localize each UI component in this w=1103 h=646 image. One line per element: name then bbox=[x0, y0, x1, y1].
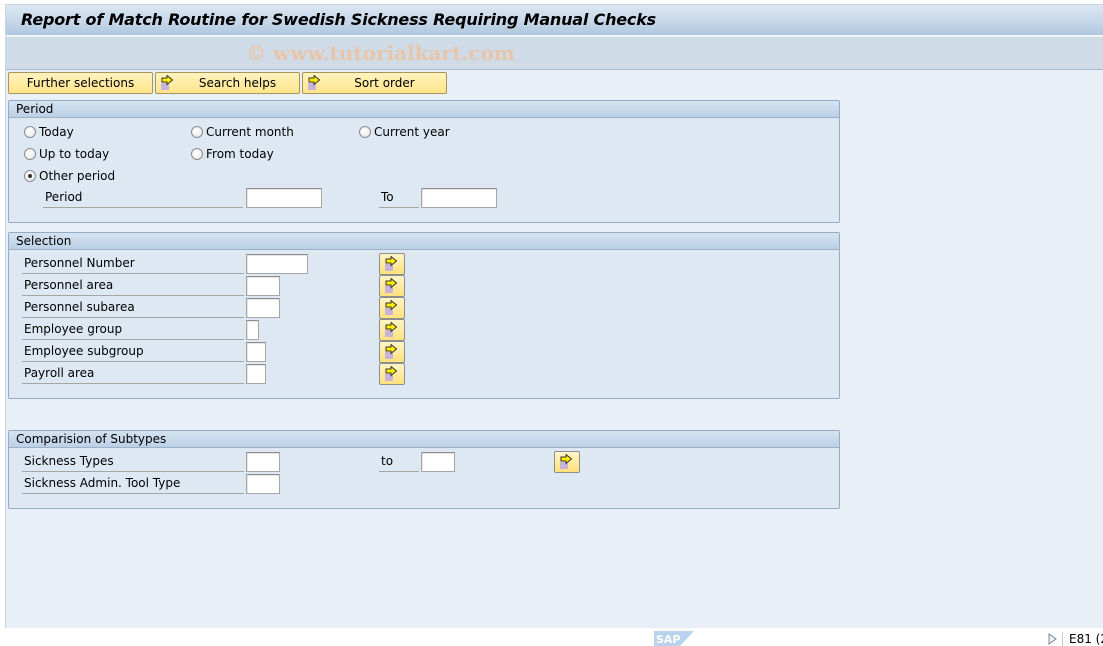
multiple-selection-arrow-icon bbox=[385, 366, 398, 381]
multiple-selection-arrow-icon bbox=[385, 300, 398, 315]
period-to-input[interactable] bbox=[421, 188, 497, 208]
radio-current-month[interactable]: Current month bbox=[191, 125, 294, 139]
sickness-admin-tool-type-input[interactable] bbox=[246, 474, 280, 494]
period-from-input[interactable] bbox=[246, 188, 322, 208]
employee-subgroup-label: Employee subgroup bbox=[22, 342, 244, 362]
personnel-subarea-multiple-selection-button[interactable] bbox=[379, 297, 405, 319]
employee-group-multiple-selection-button[interactable] bbox=[379, 319, 405, 341]
period-label: Period bbox=[43, 188, 243, 208]
radio-label: From today bbox=[206, 147, 274, 161]
payroll-area-multiple-selection-button[interactable] bbox=[379, 363, 405, 385]
further-selections-button[interactable]: Further selections bbox=[8, 72, 153, 94]
employee-group-input[interactable] bbox=[246, 320, 259, 340]
payroll-area-input[interactable] bbox=[246, 364, 266, 384]
radio-from-today[interactable]: From today bbox=[191, 147, 274, 161]
status-bar bbox=[0, 629, 1103, 646]
multiple-selection-arrow-icon bbox=[385, 344, 398, 359]
sickness-types-label: Sickness Types bbox=[22, 452, 244, 472]
radio-button-icon[interactable] bbox=[24, 148, 36, 160]
sap-logo: SAP bbox=[654, 631, 694, 646]
employee-group-label: Employee group bbox=[22, 320, 244, 340]
radio-label: Current year bbox=[374, 125, 450, 139]
multiple-selection-arrow-icon bbox=[385, 322, 398, 337]
radio-current-year[interactable]: Current year bbox=[359, 125, 450, 139]
selection-group-header: Selection bbox=[9, 233, 839, 250]
search-helps-button[interactable]: Search helps bbox=[155, 72, 300, 94]
radio-button-icon[interactable] bbox=[191, 126, 203, 138]
radio-label: Other period bbox=[39, 169, 116, 183]
multiple-selection-arrow-icon bbox=[307, 74, 323, 94]
personnel-area-multiple-selection-button[interactable] bbox=[379, 275, 405, 297]
sickness-types-to-label: to bbox=[379, 452, 419, 472]
employee-subgroup-multiple-selection-button[interactable] bbox=[379, 341, 405, 363]
multiple-selection-arrow-icon bbox=[560, 454, 573, 469]
personnel-area-label: Personnel area bbox=[22, 276, 244, 296]
period-group-header: Period bbox=[9, 101, 839, 118]
personnel-number-multiple-selection-button[interactable] bbox=[379, 253, 405, 275]
sap-logo-text: SAP bbox=[656, 633, 681, 646]
multiple-selection-arrow-icon bbox=[160, 74, 176, 94]
system-info: E81 (2 bbox=[1069, 632, 1103, 646]
radio-button-icon[interactable] bbox=[24, 126, 36, 138]
page-title: Report of Match Routine for Swedish Sick… bbox=[21, 10, 656, 29]
sort-order-button[interactable]: Sort order bbox=[302, 72, 447, 94]
application-toolbar: © www.tutorialkart.com bbox=[6, 37, 1103, 70]
personnel-area-input[interactable] bbox=[246, 276, 280, 296]
personnel-number-label: Personnel Number bbox=[22, 254, 244, 274]
radio-label: Today bbox=[39, 125, 74, 139]
employee-subgroup-input[interactable] bbox=[246, 342, 266, 362]
sort-order-label: Sort order bbox=[354, 76, 415, 90]
radio-label: Current month bbox=[206, 125, 294, 139]
payroll-area-label: Payroll area bbox=[22, 364, 244, 384]
multiple-selection-arrow-icon bbox=[385, 278, 398, 293]
personnel-subarea-input[interactable] bbox=[246, 298, 280, 318]
radio-label: Up to today bbox=[39, 147, 110, 161]
radio-up-to-today[interactable]: Up to today bbox=[24, 147, 109, 161]
personnel-number-input[interactable] bbox=[246, 254, 308, 274]
sickness-admin-tool-type-label: Sickness Admin. Tool Type bbox=[22, 474, 244, 494]
subtypes-group-header: Comparision of Subtypes bbox=[9, 431, 839, 448]
radio-other-period[interactable]: Other period bbox=[24, 169, 115, 183]
title-bar: Report of Match Routine for Swedish Sick… bbox=[6, 5, 1103, 36]
radio-button-icon[interactable] bbox=[359, 126, 371, 138]
multiple-selection-arrow-icon bbox=[385, 256, 398, 271]
sickness-types-from-input[interactable] bbox=[246, 452, 280, 472]
search-helps-label: Search helps bbox=[198, 76, 277, 90]
status-expand-triangle-icon[interactable] bbox=[1048, 633, 1057, 646]
status-separator bbox=[1062, 632, 1063, 646]
period-to-label: To bbox=[379, 188, 419, 208]
further-selections-label: Further selections bbox=[26, 76, 135, 90]
personnel-subarea-label: Personnel subarea bbox=[22, 298, 244, 318]
radio-button-icon[interactable] bbox=[191, 148, 203, 160]
watermark: © www.tutorialkart.com bbox=[246, 41, 515, 65]
sickness-types-to-input[interactable] bbox=[421, 452, 455, 472]
sickness-types-multiple-selection-button[interactable] bbox=[554, 451, 580, 473]
radio-today[interactable]: Today bbox=[24, 125, 74, 139]
radio-button-checked-icon[interactable] bbox=[24, 170, 36, 182]
